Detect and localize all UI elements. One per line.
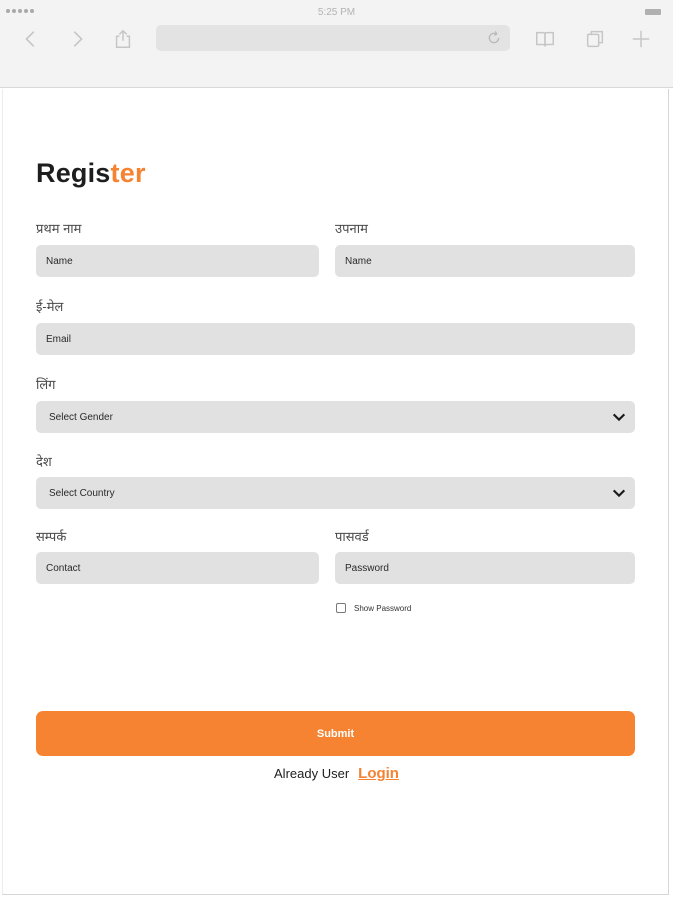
email-field[interactable]: Email bbox=[36, 323, 635, 355]
last-name-label: उपनाम bbox=[335, 221, 368, 236]
email-label: ई-मेल bbox=[36, 299, 64, 314]
status-bar: 5:25 PM bbox=[0, 0, 673, 20]
address-bar[interactable] bbox=[156, 25, 510, 51]
first-name-label: प्रथम नाम bbox=[36, 221, 82, 236]
country-select[interactable]: Select Country bbox=[36, 477, 635, 509]
password-placeholder: Password bbox=[345, 562, 389, 574]
login-prompt: Already User Login bbox=[0, 765, 673, 782]
reload-icon[interactable] bbox=[486, 30, 502, 46]
submit-button[interactable]: Submit bbox=[36, 711, 635, 756]
country-label: देश bbox=[36, 454, 52, 469]
already-user-text: Already User bbox=[274, 766, 350, 781]
contact-label: सम्पर्क bbox=[36, 529, 67, 544]
show-password-toggle[interactable]: Show Password bbox=[336, 603, 411, 613]
password-field[interactable]: Password bbox=[335, 552, 635, 584]
share-icon[interactable] bbox=[110, 26, 136, 52]
chevron-down-icon bbox=[611, 409, 627, 425]
email-placeholder: Email bbox=[46, 333, 72, 345]
book-icon[interactable] bbox=[532, 26, 558, 52]
first-name-field[interactable]: Name bbox=[36, 245, 319, 277]
title-suffix: ter bbox=[110, 158, 146, 188]
last-name-placeholder: Name bbox=[345, 255, 372, 267]
chevron-left-icon[interactable] bbox=[18, 26, 44, 52]
title-prefix: Regis bbox=[36, 158, 111, 188]
gender-select[interactable]: Select Gender bbox=[36, 401, 635, 433]
browser-toolbar bbox=[0, 22, 673, 56]
country-selected: Select Country bbox=[49, 487, 115, 499]
login-link[interactable]: Login bbox=[358, 765, 399, 782]
contact-field[interactable]: Contact bbox=[36, 552, 319, 584]
show-password-checkbox[interactable] bbox=[336, 603, 346, 613]
chevron-right-icon[interactable] bbox=[64, 26, 90, 52]
plus-icon[interactable] bbox=[628, 26, 654, 52]
gender-label: लिंग bbox=[36, 377, 56, 392]
password-label: पासवर्ड bbox=[335, 529, 369, 544]
first-name-placeholder: Name bbox=[46, 255, 73, 267]
page-title: Register bbox=[36, 158, 146, 189]
battery-icon bbox=[645, 9, 661, 15]
last-name-field[interactable]: Name bbox=[335, 245, 635, 277]
gender-selected: Select Gender bbox=[49, 411, 113, 423]
contact-placeholder: Contact bbox=[46, 562, 81, 574]
show-password-label: Show Password bbox=[354, 603, 412, 613]
tabs-icon[interactable] bbox=[582, 26, 608, 52]
browser-chrome: 5:25 PM bbox=[0, 0, 673, 88]
chevron-down-icon bbox=[611, 485, 627, 501]
status-time: 5:25 PM bbox=[317, 7, 356, 18]
